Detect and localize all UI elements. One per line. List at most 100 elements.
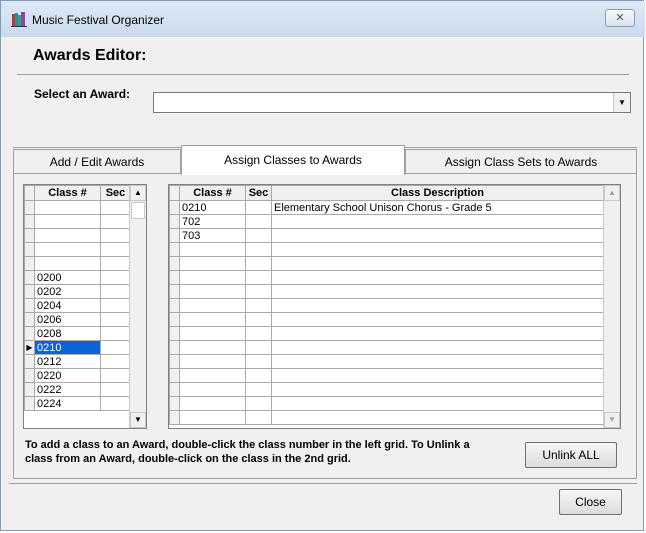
section-cell[interactable] xyxy=(100,382,131,397)
class-number-cell[interactable]: 0212 xyxy=(34,354,101,369)
class-description-cell[interactable] xyxy=(271,284,604,299)
table-row[interactable] xyxy=(169,396,604,411)
section-cell[interactable] xyxy=(100,242,131,257)
section-cell[interactable] xyxy=(100,270,131,285)
table-row[interactable]: 703 xyxy=(169,228,604,243)
section-cell[interactable] xyxy=(245,242,272,257)
class-description-cell[interactable] xyxy=(271,228,604,243)
row-selector[interactable] xyxy=(24,214,35,229)
row-selector[interactable] xyxy=(169,270,180,285)
row-selector[interactable] xyxy=(169,326,180,341)
table-row[interactable] xyxy=(169,298,604,313)
row-selector[interactable] xyxy=(169,214,180,229)
class-description-cell[interactable] xyxy=(271,214,604,229)
unlink-all-button[interactable]: Unlink ALL xyxy=(525,442,617,468)
class-number-cell[interactable] xyxy=(34,228,101,243)
table-row[interactable] xyxy=(169,368,604,383)
section-cell[interactable] xyxy=(245,340,272,355)
row-selector[interactable] xyxy=(24,200,35,215)
row-selector[interactable] xyxy=(24,326,35,341)
class-number-cell[interactable]: 703 xyxy=(179,228,246,243)
table-row[interactable]: 0222 xyxy=(24,382,131,397)
row-selector[interactable] xyxy=(169,382,180,397)
row-selector[interactable] xyxy=(169,256,180,271)
table-row[interactable]: 0208 xyxy=(24,326,131,341)
row-selector[interactable] xyxy=(169,396,180,411)
tab-assign-classes[interactable]: Assign Classes to Awards xyxy=(181,145,405,175)
section-cell[interactable] xyxy=(245,270,272,285)
award-select[interactable]: ▼ xyxy=(153,92,631,113)
class-number-cell[interactable] xyxy=(179,368,246,383)
table-row[interactable]: 0202 xyxy=(24,284,131,299)
class-description-cell[interactable] xyxy=(271,242,604,257)
table-row[interactable]: 702 xyxy=(169,214,604,229)
class-description-cell[interactable] xyxy=(271,298,604,313)
class-description-cell[interactable] xyxy=(271,410,604,425)
table-row[interactable] xyxy=(169,256,604,271)
row-selector[interactable] xyxy=(24,298,35,313)
class-number-cell[interactable]: 0204 xyxy=(34,298,101,313)
table-row[interactable] xyxy=(169,340,604,355)
row-selector[interactable] xyxy=(169,312,180,327)
column-header-sec[interactable]: Sec xyxy=(100,185,131,201)
section-cell[interactable] xyxy=(100,354,131,369)
chevron-down-icon[interactable]: ▼ xyxy=(613,93,630,112)
window-close-button[interactable]: ✕ xyxy=(605,9,635,27)
class-description-cell[interactable] xyxy=(271,312,604,327)
section-cell[interactable] xyxy=(245,200,272,215)
class-number-cell[interactable]: 0210 xyxy=(34,340,101,355)
row-selector[interactable] xyxy=(24,256,35,271)
table-row[interactable] xyxy=(169,382,604,397)
tab-add-edit-awards[interactable]: Add / Edit Awards xyxy=(13,149,181,173)
row-selector[interactable] xyxy=(169,200,180,215)
class-number-cell[interactable] xyxy=(179,284,246,299)
class-number-cell[interactable] xyxy=(34,256,101,271)
class-description-cell[interactable] xyxy=(271,368,604,383)
row-selector[interactable] xyxy=(169,354,180,369)
table-row[interactable] xyxy=(169,410,604,425)
row-selector[interactable] xyxy=(24,396,35,411)
scroll-down-icon[interactable]: ▼ xyxy=(604,412,620,428)
scroll-down-icon[interactable]: ▼ xyxy=(130,412,146,428)
left-grid-scrollbar[interactable]: ▲ ▼ xyxy=(129,185,146,428)
class-description-cell[interactable] xyxy=(271,326,604,341)
class-number-cell[interactable] xyxy=(179,340,246,355)
class-number-cell[interactable]: 0202 xyxy=(34,284,101,299)
class-number-cell[interactable] xyxy=(179,382,246,397)
table-row[interactable] xyxy=(24,200,131,215)
row-selector[interactable] xyxy=(24,354,35,369)
table-row[interactable]: ▶ 0210 xyxy=(24,340,131,355)
row-selector[interactable] xyxy=(169,242,180,257)
section-cell[interactable] xyxy=(245,228,272,243)
section-cell[interactable] xyxy=(245,214,272,229)
table-row[interactable]: 0212 xyxy=(24,354,131,369)
row-pointer-icon[interactable]: ▶ xyxy=(24,340,35,355)
section-cell[interactable] xyxy=(245,410,272,425)
scroll-up-icon[interactable]: ▲ xyxy=(604,185,620,201)
class-description-cell[interactable] xyxy=(271,354,604,369)
table-row[interactable] xyxy=(169,312,604,327)
section-cell[interactable] xyxy=(245,256,272,271)
column-header-class[interactable]: Class # xyxy=(179,185,246,201)
row-selector[interactable] xyxy=(169,410,180,425)
scroll-thumb[interactable] xyxy=(131,202,145,219)
table-row[interactable]: 0220 xyxy=(24,368,131,383)
close-button[interactable]: Close xyxy=(559,489,622,515)
row-selector[interactable] xyxy=(24,284,35,299)
table-row[interactable] xyxy=(169,284,604,299)
section-cell[interactable] xyxy=(245,298,272,313)
class-number-cell[interactable] xyxy=(179,256,246,271)
section-cell[interactable] xyxy=(245,284,272,299)
class-number-cell[interactable] xyxy=(179,354,246,369)
table-row[interactable] xyxy=(169,270,604,285)
row-selector[interactable] xyxy=(24,270,35,285)
table-row[interactable]: 0224 xyxy=(24,396,131,411)
tab-assign-class-sets[interactable]: Assign Class Sets to Awards xyxy=(405,149,637,173)
linked-classes-grid[interactable]: Class # Sec Class Description 0210 Elemen… xyxy=(168,184,621,429)
available-classes-grid[interactable]: Class # Sec 0200 0202 0204 0206 0208 ▶ 0210 021… xyxy=(23,184,147,429)
section-cell[interactable] xyxy=(100,368,131,383)
table-row[interactable]: 0210 Elementary School Unison Chorus - Gr… xyxy=(169,200,604,215)
class-number-cell[interactable]: 0208 xyxy=(34,326,101,341)
row-selector[interactable] xyxy=(24,242,35,257)
class-number-cell[interactable]: 0206 xyxy=(34,312,101,327)
